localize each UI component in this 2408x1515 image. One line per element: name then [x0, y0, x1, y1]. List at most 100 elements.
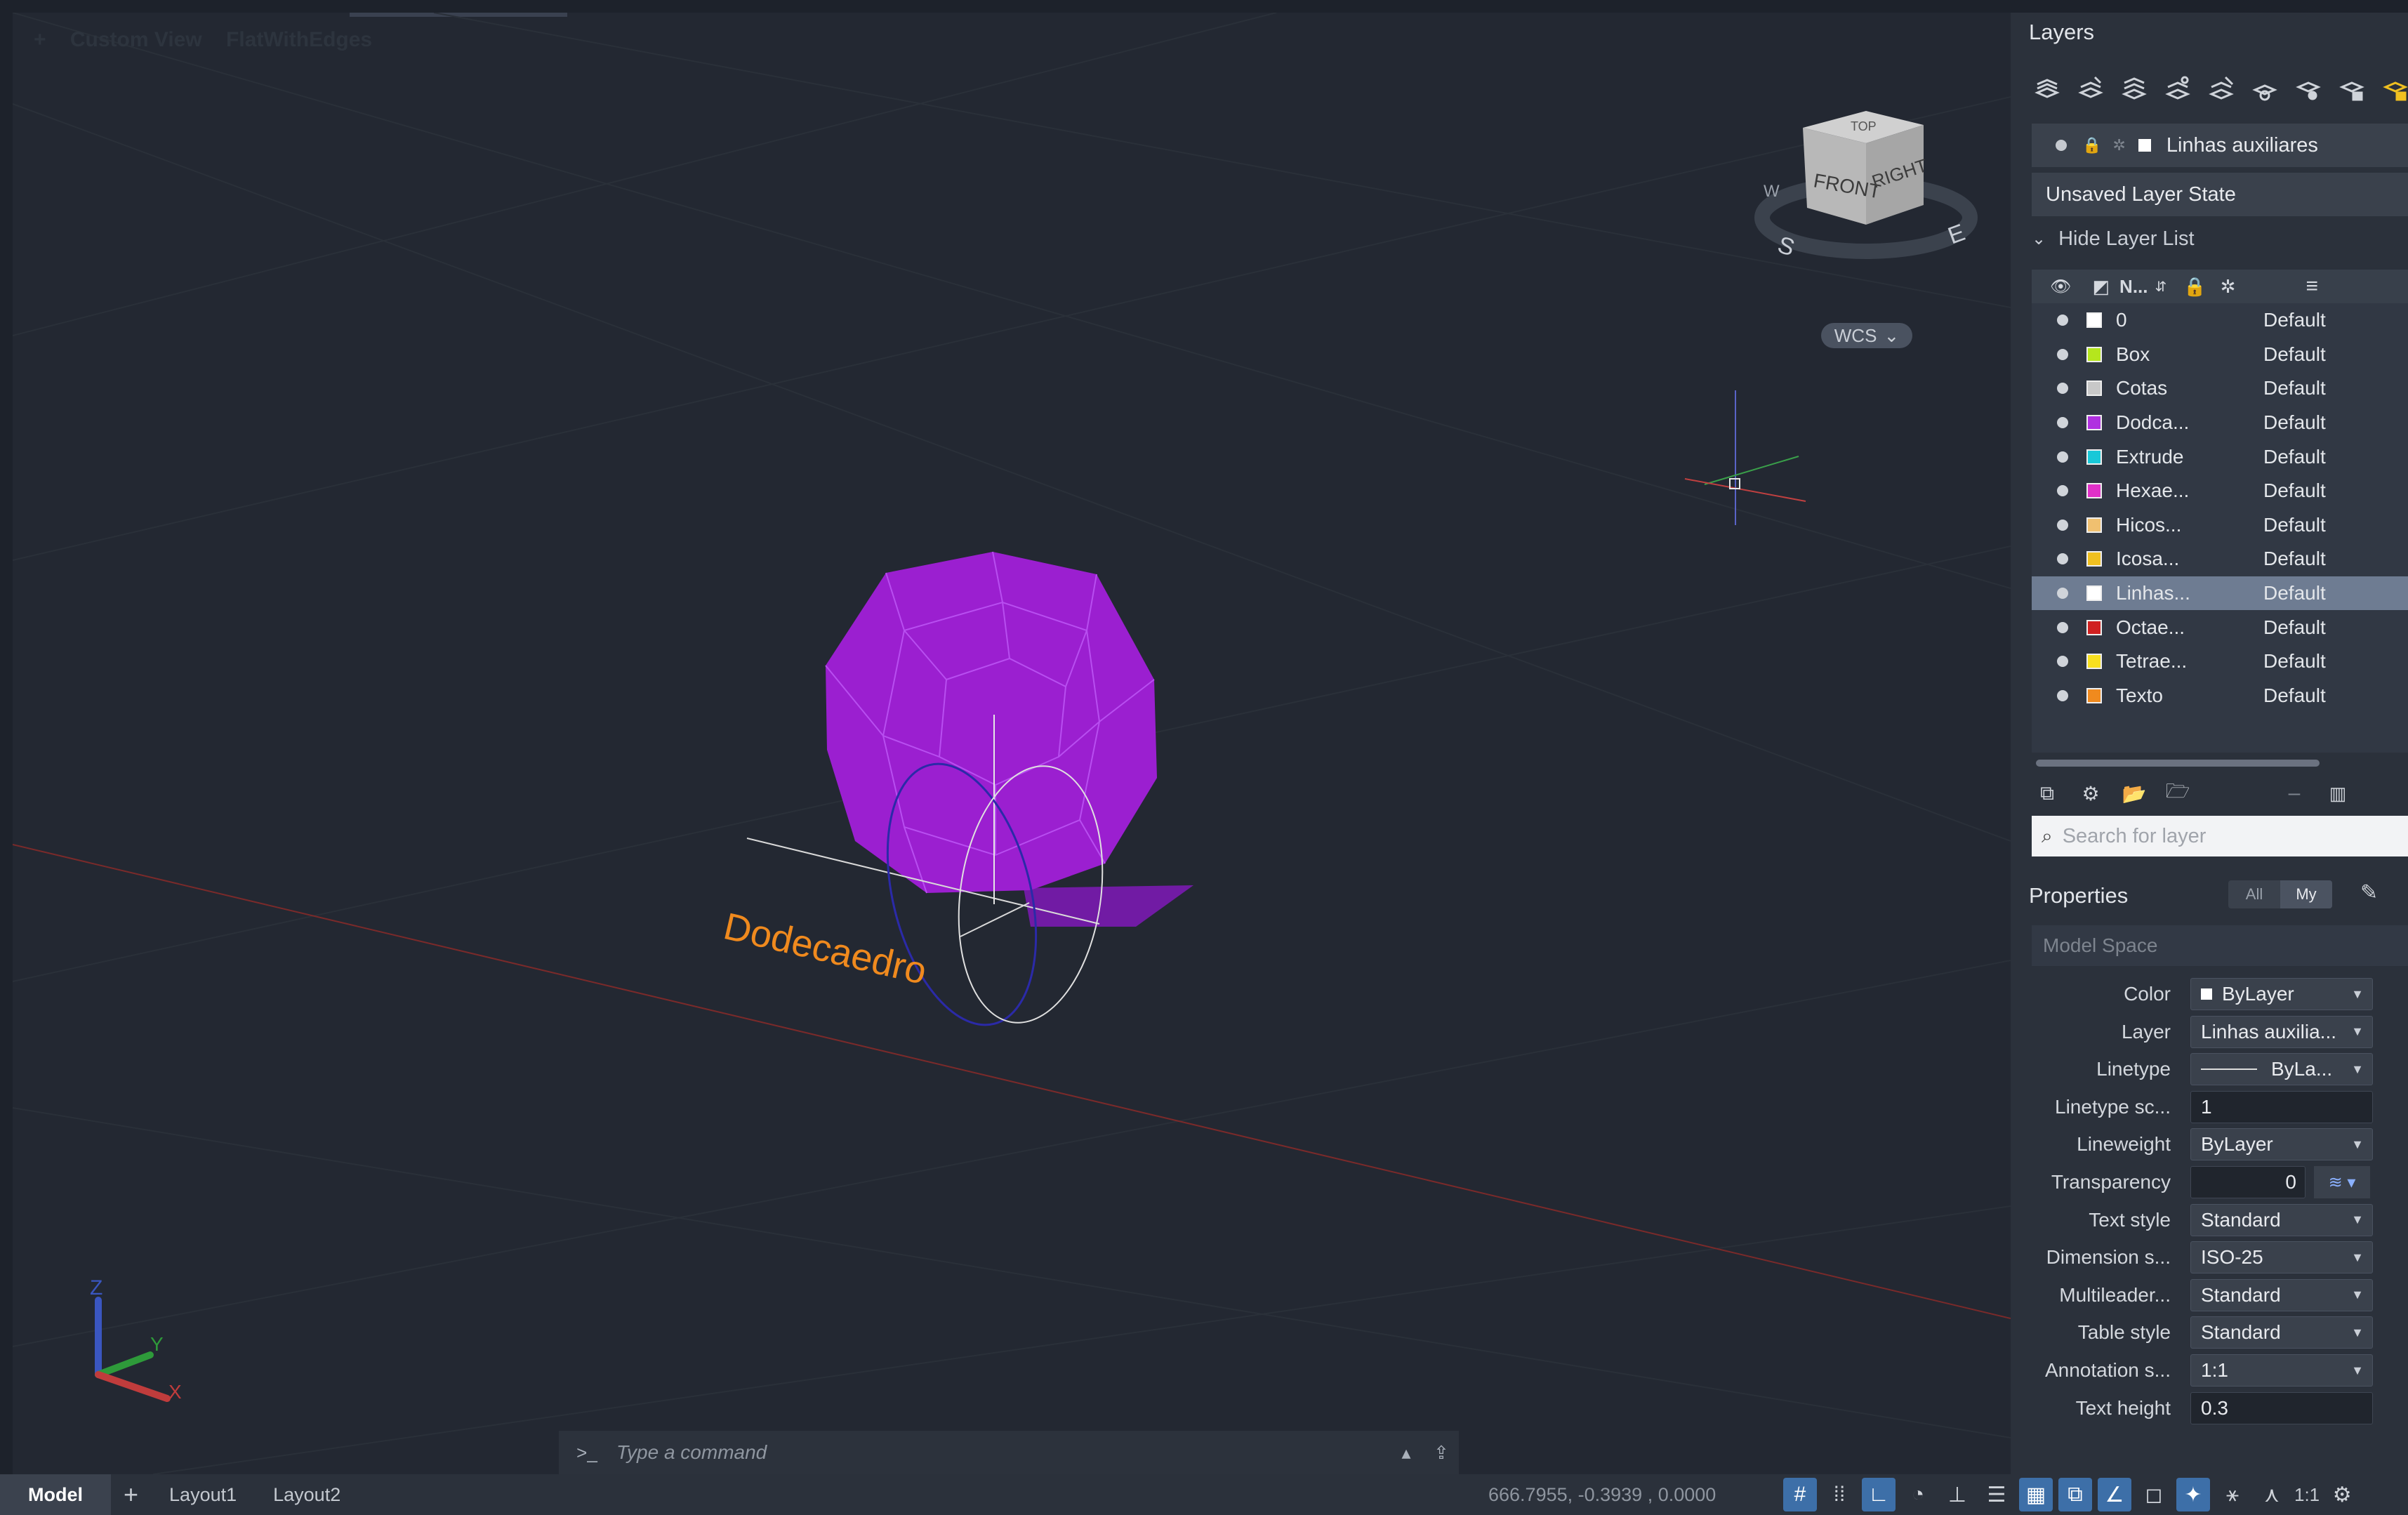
freeze-column-icon[interactable]: ✲	[2221, 276, 2236, 298]
properties-filter-toggle[interactable]: All My	[2228, 880, 2332, 908]
layer-visibility-icon[interactable]	[2057, 485, 2068, 497]
layer-row[interactable]: Linhas... Default	[2032, 576, 2408, 611]
layer-visibility-icon[interactable]	[2057, 553, 2068, 565]
layer-linetype[interactable]: Default	[2263, 616, 2326, 639]
layer-visibility-icon[interactable]	[2057, 383, 2068, 395]
drawing-viewport[interactable]: Dodecaedro TOP FRONT RIGHT W S E Z Y X +…	[13, 13, 2011, 1474]
minus-icon[interactable]: –	[2279, 778, 2310, 809]
layer-row[interactable]: Cotas Default	[2032, 371, 2408, 406]
columns-icon[interactable]: ▥	[2322, 778, 2353, 809]
layer-linetype[interactable]: Default	[2263, 309, 2326, 331]
property-value[interactable]: Standard ▼	[2190, 1278, 2373, 1311]
layer-search-box[interactable]: ⌕	[2032, 816, 2408, 856]
current-layer-dropdown[interactable]: 🔒 ✲ Linhas auxiliares	[2032, 124, 2408, 167]
layer-settings-icon[interactable]: ⚙	[2075, 778, 2106, 809]
space-selector[interactable]: Model Space	[2032, 925, 2408, 966]
sort-icon[interactable]: ⇵	[2155, 278, 2167, 296]
viewport-controls[interactable]: + Custom View FlatWithEdges	[34, 28, 390, 52]
command-line[interactable]: >_ ▴ ⇪	[559, 1431, 1459, 1474]
layer-linetype[interactable]: Default	[2263, 377, 2326, 399]
property-value[interactable]: 1:1 ▼	[2190, 1354, 2373, 1387]
layer-unisolate-icon[interactable]	[2206, 73, 2237, 104]
layer-visibility-icon[interactable]	[2057, 417, 2068, 429]
layer-color-swatch[interactable]	[2086, 619, 2102, 635]
filter-my-button[interactable]: My	[2280, 880, 2332, 908]
layer-linetype[interactable]: Default	[2263, 514, 2326, 536]
compass-west[interactable]: W	[1764, 182, 1780, 201]
model-scene[interactable]: Dodecaedro TOP FRONT RIGHT W S E Z Y X	[13, 13, 2011, 1474]
layer-color-swatch[interactable]	[2086, 687, 2102, 703]
layer-color-swatch[interactable]	[2086, 483, 2102, 499]
layer-row[interactable]: Tetrae... Default	[2032, 644, 2408, 679]
layer-color-swatch[interactable]	[2086, 654, 2102, 670]
snap-icon[interactable]: ⁞⁞	[1822, 1478, 1856, 1511]
transparency-icon[interactable]: ▦	[2019, 1478, 2053, 1511]
property-value[interactable]: ByLa... ▼	[2190, 1053, 2373, 1086]
layer-list-scrollbar[interactable]	[2036, 760, 2320, 767]
layer-linetype[interactable]: Default	[2263, 548, 2326, 570]
layer-visibility-icon[interactable]	[2057, 621, 2068, 633]
ortho-icon[interactable]: ∟	[1862, 1478, 1896, 1511]
annotation-visibility-icon[interactable]: ✦	[2176, 1478, 2210, 1511]
layer-visibility-icon[interactable]	[2057, 519, 2068, 531]
layer-linetype[interactable]: Default	[2263, 684, 2326, 707]
layer-color-swatch[interactable]	[2086, 449, 2102, 465]
isodraft-icon[interactable]: ⊥	[1940, 1478, 1974, 1511]
share-icon[interactable]: ⇪	[1424, 1442, 1459, 1464]
column-menu-icon[interactable]: ≡	[2306, 274, 2318, 298]
layer-off-icon[interactable]	[2293, 73, 2324, 104]
command-prompt-icon[interactable]: >_	[559, 1442, 615, 1464]
transparency-layer-icon[interactable]: ≋ ▾	[2314, 1166, 2370, 1198]
polar-icon[interactable]: ◔	[1901, 1478, 1935, 1511]
filter-all-button[interactable]: All	[2228, 880, 2280, 908]
lock-column-icon[interactable]: 🔒	[2183, 276, 2206, 298]
layer-visibility-icon[interactable]	[2057, 315, 2068, 326]
layer-row[interactable]: Hicos... Default	[2032, 508, 2408, 543]
layer-row[interactable]: Box Default	[2032, 338, 2408, 372]
selection-cycling-icon[interactable]: ⧉	[2058, 1478, 2092, 1511]
layer-lock-icon[interactable]	[2336, 73, 2367, 104]
lineweight-icon[interactable]: ☰	[1980, 1478, 2013, 1511]
wcs-dropdown[interactable]: WCS ⌄	[1821, 323, 1912, 348]
folder-options-icon[interactable]: 🗁	[2162, 778, 2193, 809]
layer-row[interactable]: Icosa... Default	[2032, 542, 2408, 576]
property-value[interactable]: ByLayer ▼	[2190, 978, 2373, 1010]
layer-state-dropdown[interactable]: Unsaved Layer State	[2032, 173, 2408, 216]
auto-scale-icon[interactable]: ⚹	[2216, 1478, 2249, 1511]
command-history-icon[interactable]: ▴	[1389, 1442, 1424, 1464]
workspace-icon[interactable]: ⚙	[2325, 1478, 2359, 1511]
annotation-scale-icon[interactable]: ⋏	[2255, 1478, 2289, 1511]
new-layer-vp-icon[interactable]	[2075, 73, 2106, 104]
property-value[interactable]: 0	[2190, 1166, 2306, 1198]
property-value[interactable]: Linhas auxilia... ▼	[2190, 1015, 2373, 1048]
layer-row[interactable]: Octae... Default	[2032, 610, 2408, 644]
add-layout-button[interactable]: +	[111, 1474, 151, 1515]
grid-icon[interactable]: #	[1783, 1478, 1817, 1511]
property-value[interactable]: 0.3	[2190, 1391, 2373, 1424]
property-value[interactable]: Standard ▼	[2190, 1316, 2373, 1349]
layer-visibility-icon[interactable]	[2057, 656, 2068, 668]
command-input[interactable]	[615, 1431, 1389, 1474]
layer-linetype[interactable]: Default	[2263, 650, 2326, 673]
layer-color-swatch[interactable]	[2086, 551, 2102, 567]
layer-linetype[interactable]: Default	[2263, 446, 2326, 468]
layer-freeze-icon[interactable]	[2249, 73, 2280, 104]
layer-row[interactable]: Texto Default	[2032, 679, 2408, 713]
eye-icon[interactable]: 👁	[2050, 277, 2071, 297]
layer-color-swatch[interactable]	[2086, 517, 2102, 533]
layer-visibility-icon[interactable]	[2057, 451, 2068, 463]
layer-linetype[interactable]: Default	[2263, 411, 2326, 434]
property-value[interactable]: ISO-25 ▼	[2190, 1241, 2373, 1274]
property-value[interactable]: Standard ▼	[2190, 1203, 2373, 1236]
layer-visibility-icon[interactable]	[2057, 689, 2068, 701]
layer-search-input[interactable]	[2060, 823, 2387, 849]
layer-color-swatch[interactable]	[2086, 381, 2102, 397]
layer-isolate-icon[interactable]	[2162, 73, 2193, 104]
dodecaedro-text-label[interactable]: Dodecaedro	[720, 905, 930, 993]
layer-color-swatch[interactable]	[2086, 415, 2102, 431]
layer-visibility-icon[interactable]	[2057, 588, 2068, 600]
layer-linetype[interactable]: Default	[2263, 582, 2326, 604]
viewport-menu-button[interactable]: +	[34, 28, 46, 51]
object-snap-icon[interactable]: ◻	[2137, 1478, 2171, 1511]
new-layer-icon[interactable]	[2032, 73, 2063, 104]
